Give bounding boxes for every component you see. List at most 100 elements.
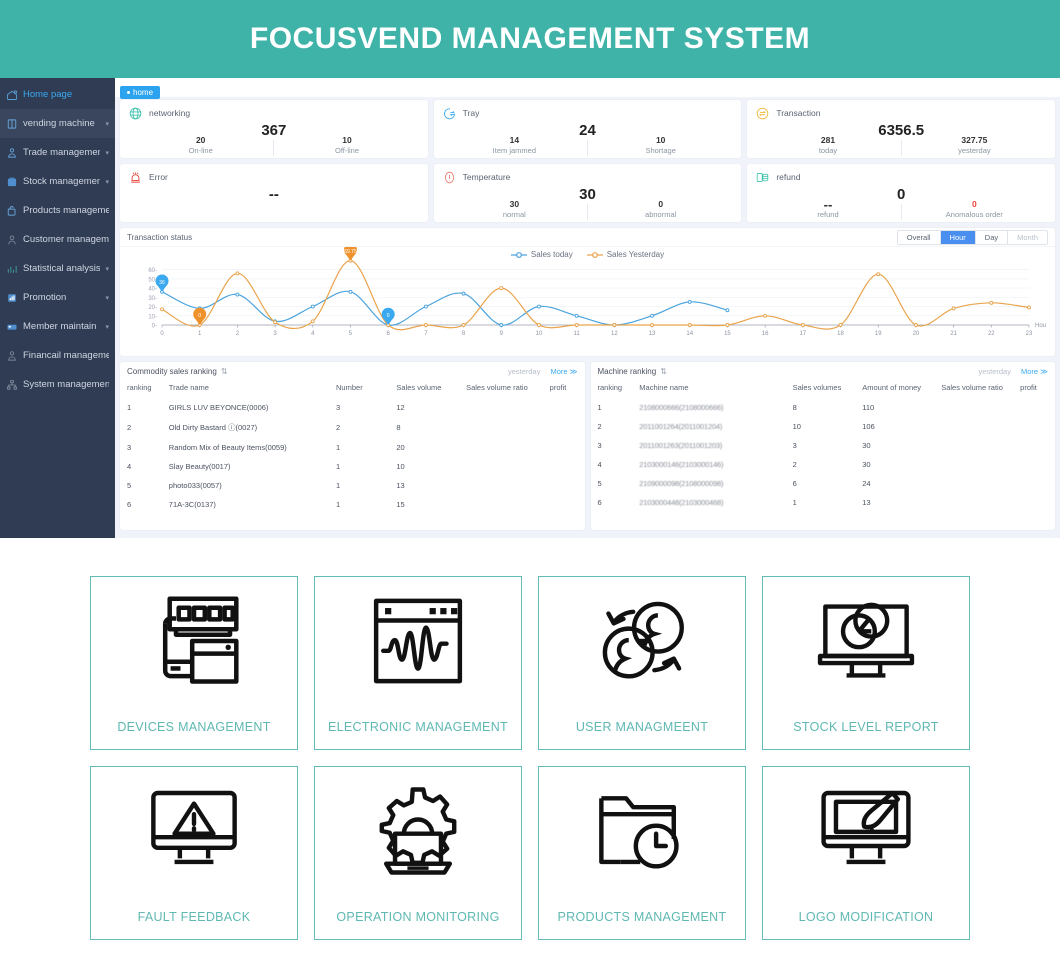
stats-icon <box>6 263 18 275</box>
chart-title: Transaction status <box>127 232 193 242</box>
shortcut-user-managmeent[interactable]: USER MANAGMEENT <box>538 576 746 750</box>
sort-icon[interactable]: ⇅ <box>221 367 228 376</box>
stat-card-right-value: 10 <box>342 135 352 145</box>
table-cell: 71A-3C(0137) <box>168 500 216 509</box>
table-cell <box>459 476 543 495</box>
sidebar-item-system-management[interactable]: System management <box>0 370 115 399</box>
chart-range-hour-button[interactable]: Hour <box>940 230 976 244</box>
column-header: Sales volume ratio <box>466 383 528 392</box>
sidebar-item-label: Stock management <box>23 176 101 187</box>
sidebar-item-label: Statistical analysis <box>23 263 101 274</box>
svg-text:20-: 20- <box>148 305 157 311</box>
stat-card-temperature[interactable]: Temperature 30 30 normal 0 abnormal <box>433 164 742 222</box>
chart-range-day-button[interactable]: Day <box>975 230 1009 244</box>
sidebar-item-stock-management[interactable]: Stock management ▾ <box>0 167 115 196</box>
sidebar-item-trade-management[interactable]: Trade management ▾ <box>0 138 115 167</box>
stat-card-right: 10 Shortage <box>588 135 733 156</box>
tab-home[interactable]: home <box>120 86 161 99</box>
table-row[interactable]: 3 Random Mix of Beauty Items(0059) 1 20 <box>120 438 585 457</box>
stat-card-refund[interactable]: refund 0 -- refund 0 Anomalous order <box>747 164 1056 222</box>
sidebar-item-products-management[interactable]: Products management <box>0 196 115 225</box>
stat-card-header: networking <box>128 105 420 121</box>
stat-card-networking[interactable]: networking 367 20 On-line 10 Off-line <box>120 100 428 158</box>
stat-card-right: 0 abnormal <box>588 199 733 220</box>
chevron-down-icon: ▾ <box>105 265 109 273</box>
table-row[interactable]: 4 Slay Beauty(0017) 1 10 <box>120 457 585 476</box>
table-row[interactable]: 4 2103000146(2103000146) 2 30 <box>591 455 1056 474</box>
commodity-table: ranking Trade name Number Sales volume Sales… <box>120 380 585 514</box>
shortcut-label: LOGO MODIFICATION <box>798 910 934 924</box>
table-row[interactable]: 6 71A-3C(0137) 1 15 <box>120 495 585 514</box>
sidebar-item-vending-machine[interactable]: vending machine ▾ <box>0 109 115 138</box>
column-header: Sales volumes <box>792 383 842 392</box>
svg-text:22: 22 <box>988 331 995 337</box>
commodity-more-link[interactable]: More ≫ <box>550 367 577 376</box>
commodity-panel-header: Commodity sales ranking ⇅ yesterday More… <box>120 362 585 380</box>
svg-text:3: 3 <box>273 331 277 337</box>
table-cell <box>459 417 543 438</box>
stat-card-right-value: 0 <box>658 199 664 209</box>
shortcut-products-management[interactable]: PRODUCTS MANAGEMENT <box>538 766 746 940</box>
chart-range-selector[interactable]: Overall Hour Day Month <box>896 229 1048 245</box>
shortcut-logo-modification[interactable]: LOGO MODIFICATION <box>762 766 970 940</box>
shortcut-stock-level-report[interactable]: STOCK LEVEL REPORT <box>762 576 970 750</box>
stat-card-header: Error <box>128 169 420 185</box>
svg-text:60-: 60- <box>148 268 157 274</box>
sidebar-item-financail-management[interactable]: Financail management <box>0 341 115 370</box>
chart-range-overall-button[interactable]: Overall <box>897 230 941 244</box>
table-cell <box>934 474 1013 493</box>
sidebar: Home page vending machine ▾ Trade managemen… <box>0 78 115 538</box>
machine-panel-title: Machine ranking <box>597 366 657 376</box>
table-cell: Random Mix of Beauty Items(0059) <box>168 443 287 452</box>
table-cell: 8 <box>396 423 401 432</box>
shortcut-fault-feedback[interactable]: FAULT FEEDBACK <box>90 766 298 940</box>
shortcut-devices-management[interactable]: DEVICES MANAGEMENT <box>90 576 298 750</box>
table-row[interactable]: 3 2011001263(2011001203) 3 30 <box>591 436 1056 455</box>
stat-card-transaction[interactable]: Transaction 6356.5 281 today 327.75 yesterday <box>747 100 1056 158</box>
table-row[interactable]: 6 2103000448(2103000468) 1 13 <box>591 493 1056 512</box>
table-cell: 30 <box>862 441 871 450</box>
shortcut-label: FAULT FEEDBACK <box>137 910 251 924</box>
tab-home-label: home <box>133 88 154 97</box>
machine-more-link[interactable]: More ≫ <box>1021 367 1048 376</box>
chevron-down-icon: ▾ <box>105 178 109 186</box>
chevron-down-icon: ▾ <box>105 294 109 302</box>
sidebar-item-home-page[interactable]: Home page <box>0 80 115 109</box>
member-icon <box>6 321 18 333</box>
stat-card-error[interactable]: Error -- <box>120 164 428 222</box>
stat-card-left-label: today <box>818 146 838 155</box>
shortcut-operation-monitoring[interactable]: OPERATION MONITORING <box>314 766 522 940</box>
table-cell: 24 <box>862 479 871 488</box>
machine-ranking-panel: Machine ranking ⇅ yesterday More ≫ ranki… <box>590 362 1056 530</box>
table-row[interactable]: 1 2108000666(2108000666) 8 110 <box>591 398 1056 417</box>
sidebar-item-statistical-analysis[interactable]: Statistical analysis ▾ <box>0 254 115 283</box>
sidebar-item-label: System management <box>23 379 109 390</box>
shortcut-electronic-management[interactable]: ELECTRONIC MANAGEMENT <box>314 576 522 750</box>
svg-text:16: 16 <box>762 331 769 337</box>
table-cell: 2 <box>792 460 797 469</box>
promotion-icon <box>6 292 18 304</box>
stat-card-left-value: 30 <box>509 199 520 209</box>
table-row[interactable]: 2 Old Dirty Bastard ⓘ(0027) 2 8 <box>120 417 585 438</box>
commodity-table-body: 1 GIRLS LUV BEYONCE(0006) 3 12 2 Old Dirty Ba… <box>120 398 585 514</box>
table-row[interactable]: 1 GIRLS LUV BEYONCE(0006) 3 12 <box>120 398 585 417</box>
table-cell: 12 <box>396 403 405 412</box>
page-title: FOCUSVEND MANAGEMENT SYSTEM <box>249 22 811 55</box>
table-row[interactable]: 5 2109000098(2108000098) 6 24 <box>591 474 1056 493</box>
chart-range-month-button: Month <box>1008 230 1047 244</box>
svg-text:23: 23 <box>1026 331 1033 337</box>
stat-card-body: 24 14 Item jammed 10 Shortage <box>442 121 734 157</box>
table-cell: Old Dirty Bastard ⓘ(0027) <box>168 423 258 432</box>
stat-card-tray[interactable]: Tray 24 14 Item jammed 10 Shortage <box>433 100 742 158</box>
sidebar-item-customer-management[interactable]: Customer management <box>0 225 115 254</box>
table-row[interactable]: 5 photo033(0057) 1 13 <box>120 476 585 495</box>
sort-icon[interactable]: ⇅ <box>660 367 667 376</box>
sidebar-item-promotion[interactable]: Promotion ▾ <box>0 283 115 312</box>
table-cell <box>934 455 1013 474</box>
stat-card-header: refund <box>755 169 1047 185</box>
table-cell <box>1013 417 1055 436</box>
stat-card-left-value: 281 <box>820 135 836 145</box>
sidebar-item-member-maintain[interactable]: Member maintain ▾ <box>0 312 115 341</box>
column-header: profit <box>549 383 567 392</box>
table-row[interactable]: 2 2011001264(2011001204) 10 106 <box>591 417 1056 436</box>
